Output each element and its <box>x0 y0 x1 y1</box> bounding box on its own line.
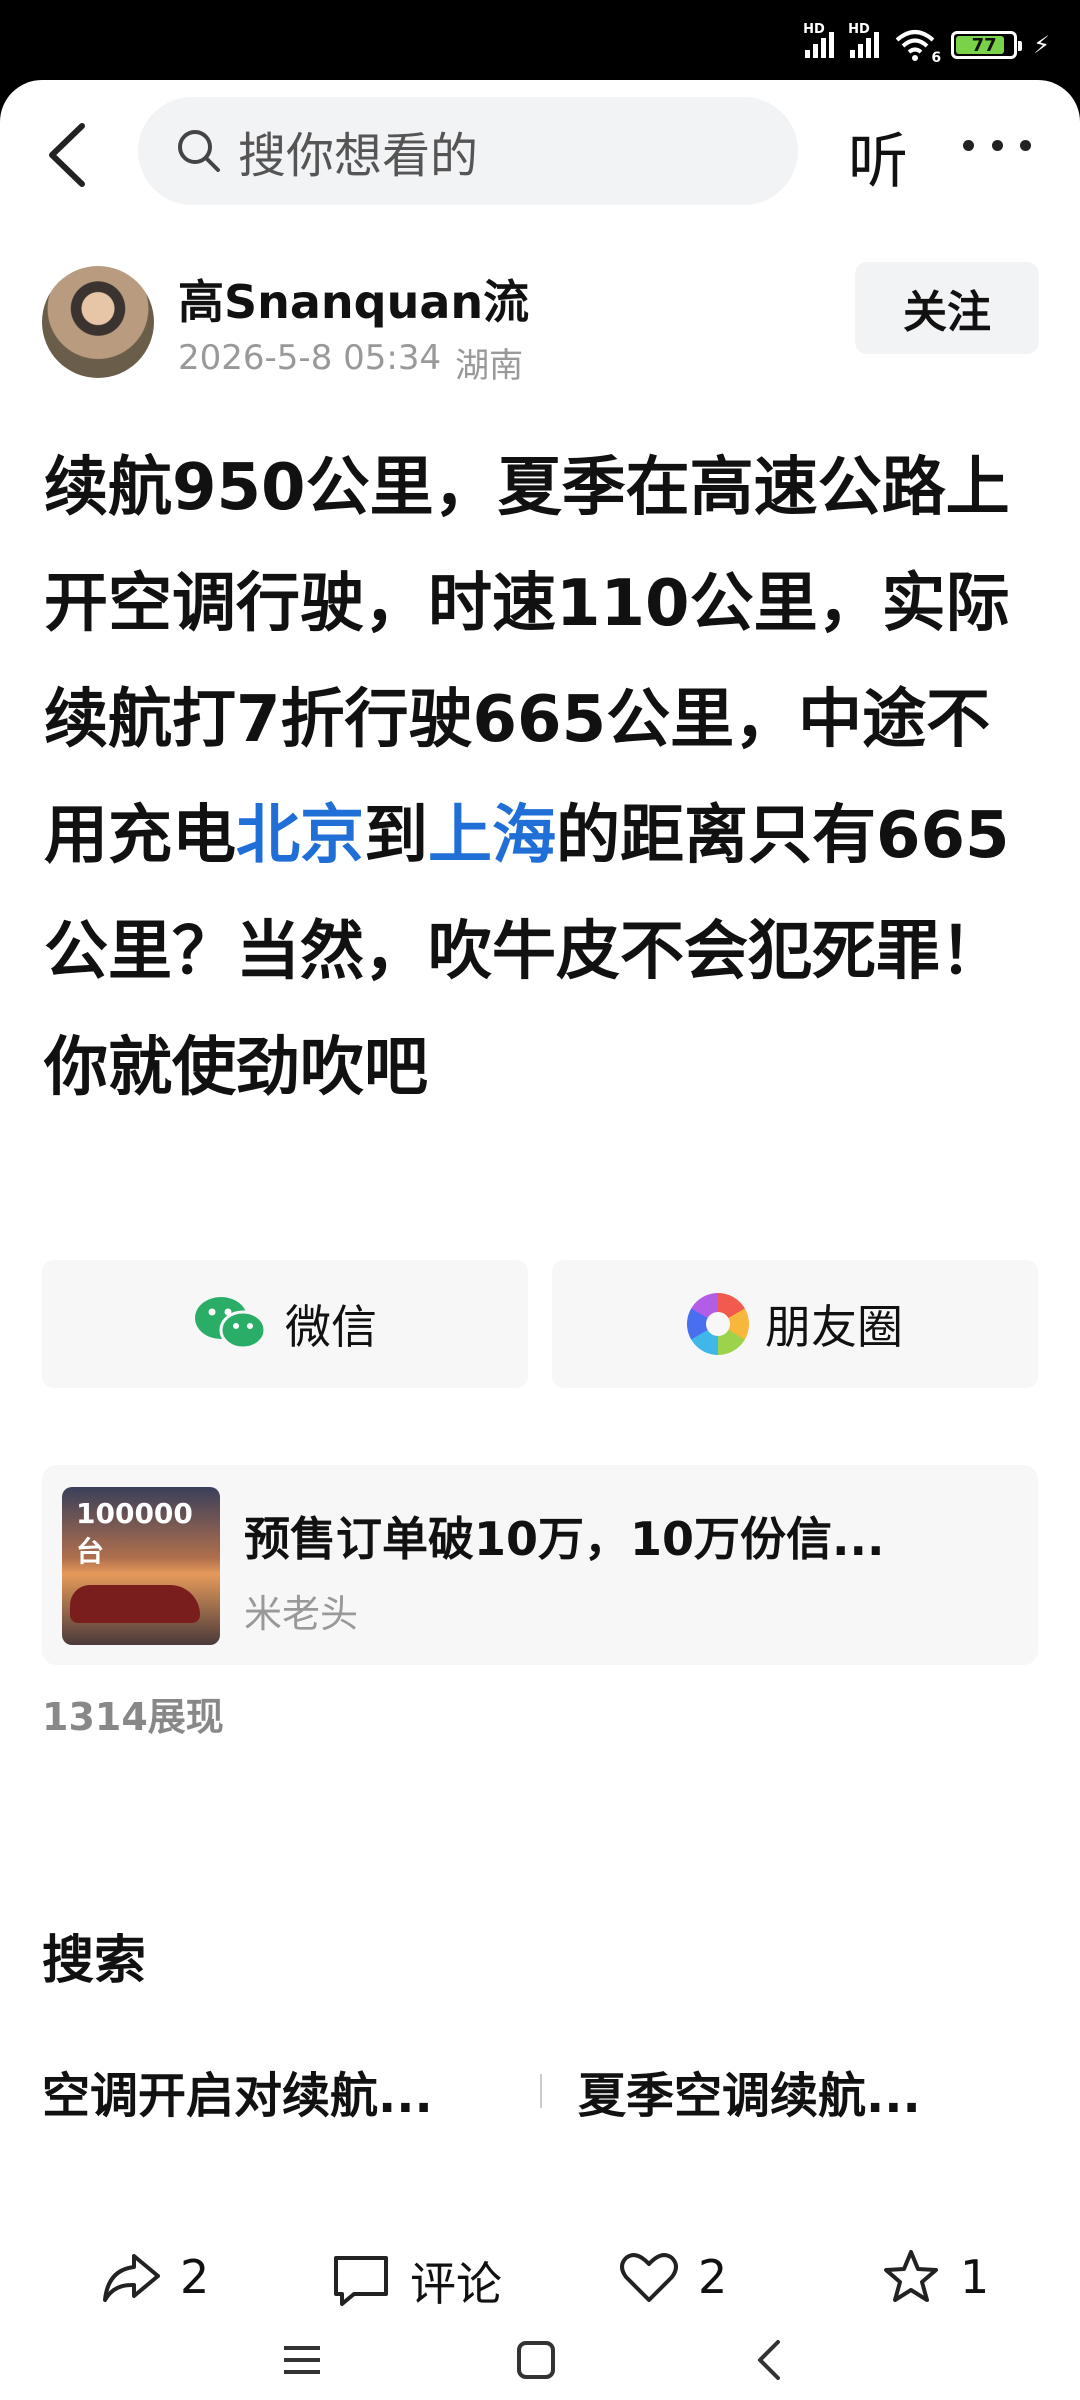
comment-label: 评论 <box>410 2257 502 2311</box>
back-button[interactable] <box>40 120 100 190</box>
back-arrow-icon <box>49 123 85 187</box>
favorite-action-button[interactable]: 1 <box>880 2248 989 2306</box>
search-suggestion[interactable]: 夏季空调续航... <box>578 2056 921 2126</box>
search-input[interactable]: 搜你想看的 <box>138 97 798 205</box>
more-options-icon[interactable] <box>963 120 1031 170</box>
follow-button[interactable]: 关注 <box>855 262 1039 354</box>
article-page: 搜你想看的 听 高Snanquan流 2026-5-8 05:34 湖南 关注 … <box>0 80 1080 2400</box>
recommended-article-title: 预售订单破10万，10万份信... <box>244 1512 885 1566</box>
favorite-count: 1 <box>960 2250 990 2304</box>
system-navigation-bar <box>0 2320 1080 2400</box>
author-name[interactable]: 高Snanquan流 <box>178 266 529 332</box>
back-nav-icon[interactable] <box>748 2338 792 2382</box>
listen-button[interactable]: 听 <box>848 113 908 200</box>
avatar[interactable] <box>42 266 154 378</box>
signal-hd-label: HD <box>803 22 825 37</box>
search-section-heading: 搜索 <box>42 1931 147 1991</box>
home-icon[interactable] <box>514 2338 558 2382</box>
article-text-part: 到 <box>364 799 428 873</box>
thumbnail-badge: 100000台 <box>76 1497 193 1568</box>
share-count: 2 <box>180 2250 210 2304</box>
share-action-button[interactable]: 2 <box>100 2248 209 2306</box>
menu-icon[interactable] <box>280 2338 324 2382</box>
recommended-article-thumbnail: 100000台 <box>62 1487 220 1645</box>
wechat-icon <box>193 1294 269 1354</box>
status-icons: HD HD 6 77 ⚡ <box>803 22 1050 66</box>
recommended-article-card[interactable]: 100000台 预售订单破10万，10万份信... 米老头 <box>42 1465 1038 1665</box>
moments-icon <box>687 1293 749 1355</box>
like-count: 2 <box>698 2250 728 2304</box>
search-suggestion[interactable]: 空调开启对续航... <box>42 2056 433 2126</box>
link-beijing[interactable]: 北京 <box>236 799 364 873</box>
share-icon <box>103 2254 160 2302</box>
divider <box>540 2074 542 2108</box>
post-date: 2026-5-8 05:34 <box>178 338 442 378</box>
like-action-button[interactable]: 2 <box>618 2248 727 2306</box>
comment-icon <box>334 2256 388 2306</box>
charging-icon: ⚡ <box>1033 31 1050 59</box>
battery-level: 77 <box>971 34 997 56</box>
battery-icon: 77 <box>951 31 1023 59</box>
signal-icon-2: HD <box>848 22 880 58</box>
share-wechat-label: 微信 <box>285 1300 377 1354</box>
wifi-badge: 6 <box>931 50 942 66</box>
share-wechat-button[interactable]: 微信 <box>42 1260 528 1388</box>
share-moments-label: 朋友圈 <box>765 1300 903 1354</box>
heart-icon <box>620 2253 678 2302</box>
view-count: 1314展现 <box>42 1695 224 1739</box>
wifi-icon: 6 <box>895 28 941 66</box>
share-moments-button[interactable]: 朋友圈 <box>552 1260 1038 1388</box>
top-bar: 搜你想看的 听 <box>0 80 1080 230</box>
link-shanghai[interactable]: 上海 <box>428 799 556 873</box>
article-text: 续航950公里，夏季在高速公路上开空调行驶，时速110公里，实际续航打7折行驶6… <box>44 430 1044 1126</box>
post-meta: 2026-5-8 05:34 湖南 <box>178 338 523 387</box>
search-placeholder: 搜你想看的 <box>238 128 479 184</box>
post-location: 湖南 <box>455 346 524 386</box>
status-bar: HD HD 6 77 ⚡ <box>0 0 1080 80</box>
star-icon <box>884 2250 938 2302</box>
signal-icon: HD <box>803 22 835 58</box>
search-icon <box>178 130 220 172</box>
recommended-article-author: 米老头 <box>244 1592 359 1636</box>
signal-hd-label-2: HD <box>848 22 870 37</box>
comment-action-button[interactable]: 评论 <box>330 2248 502 2314</box>
